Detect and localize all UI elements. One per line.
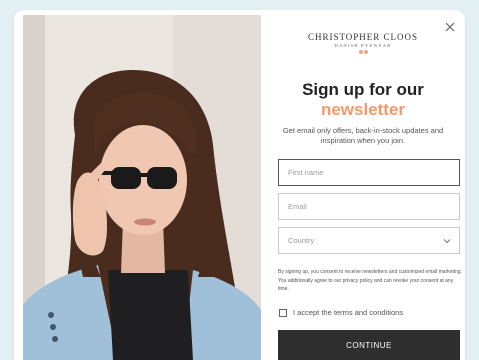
first-name-placeholder: First name xyxy=(288,168,324,177)
email-field[interactable]: Email xyxy=(278,193,460,220)
terms-label[interactable]: I accept the terms and conditions xyxy=(293,308,403,317)
close-icon xyxy=(445,22,455,32)
terms-checkbox[interactable] xyxy=(279,308,287,317)
signup-form-panel: CHRISTOPHER CLOOS DANISH EYEWEAR Sign up… xyxy=(261,10,465,360)
brand-name: CHRISTOPHER CLOOS xyxy=(307,32,419,42)
chevron-down-icon xyxy=(443,238,451,243)
page-background: CHRISTOPHER CLOOS DANISH EYEWEAR Sign up… xyxy=(0,0,479,360)
headline-accent: newsletter xyxy=(320,100,406,119)
signup-description: Get email only offers, back-in-stock upd… xyxy=(282,126,444,145)
brand-mark-icon xyxy=(358,50,368,54)
model-photo xyxy=(23,15,261,360)
consent-text: By signing up, you consent to receive ne… xyxy=(278,269,462,292)
newsletter-modal: CHRISTOPHER CLOOS DANISH EYEWEAR Sign up… xyxy=(14,10,465,360)
continue-button[interactable]: CONTINUE xyxy=(278,330,460,360)
country-select[interactable]: Country xyxy=(278,227,460,254)
country-placeholder: Country xyxy=(288,236,315,245)
email-placeholder: Email xyxy=(288,202,307,211)
first-name-field[interactable]: First name xyxy=(278,159,460,186)
headline-line1: Sign up for our xyxy=(302,80,424,99)
brand-logo: CHRISTOPHER CLOOS DANISH EYEWEAR xyxy=(261,32,465,54)
terms-row: I accept the terms and conditions xyxy=(279,308,403,317)
brand-subtitle: DANISH EYEWEAR xyxy=(334,43,392,48)
headline: Sign up for our newsletter xyxy=(261,80,465,120)
